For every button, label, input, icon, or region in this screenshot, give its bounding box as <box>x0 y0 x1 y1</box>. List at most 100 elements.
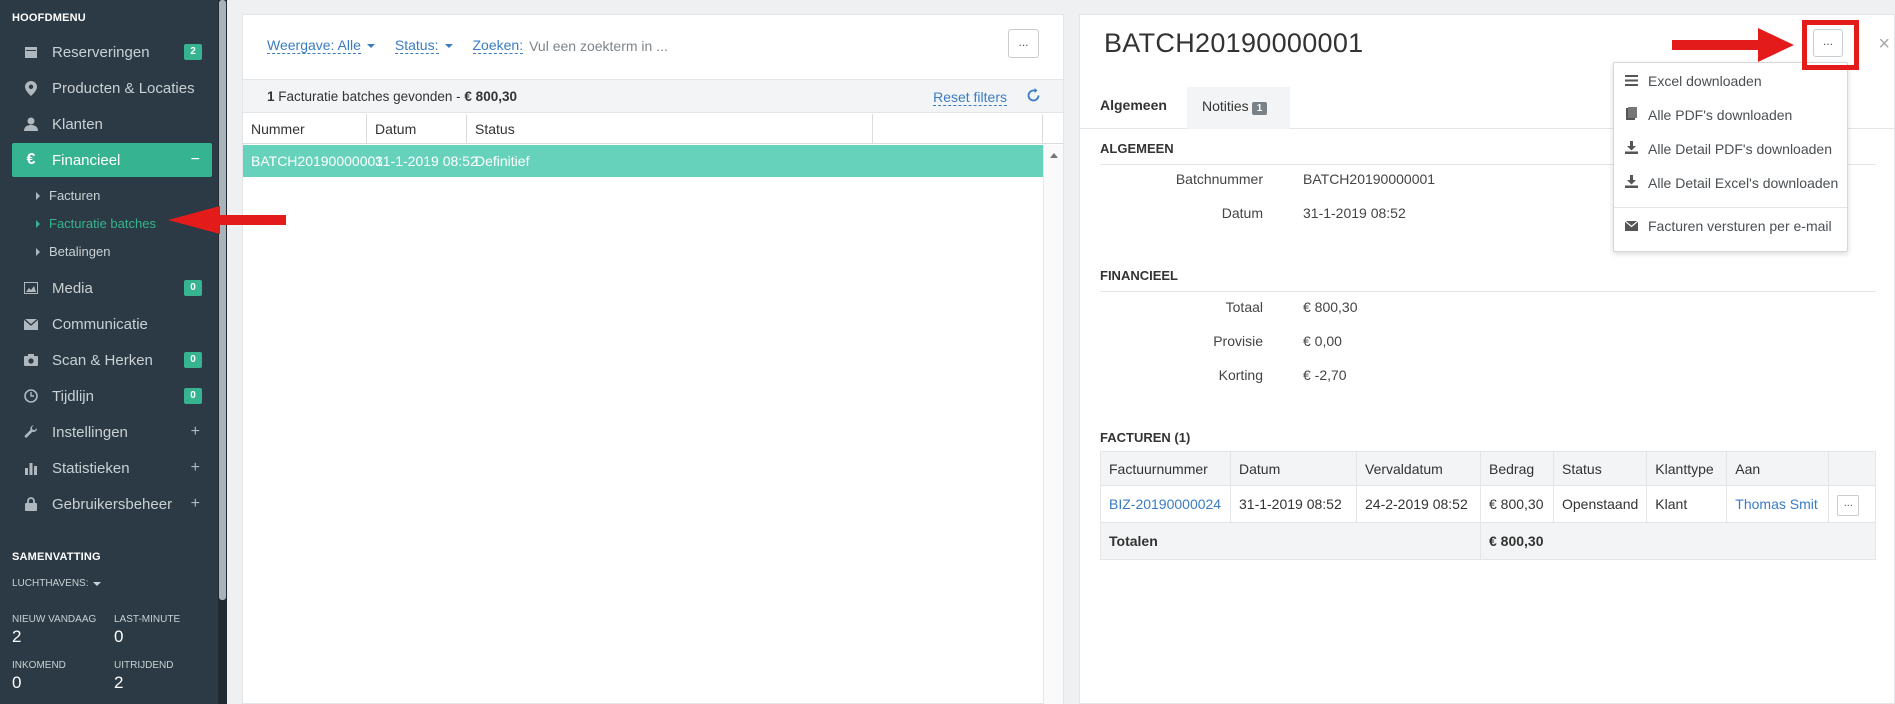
cell-bedrag: € 800,30 <box>1480 485 1554 523</box>
list-more-button[interactable]: ... <box>1008 29 1039 58</box>
caret-down-icon <box>366 43 375 48</box>
annotation-arrow-right-icon <box>1672 28 1794 62</box>
sidebar-item-label: Statistieken <box>52 459 130 477</box>
sidebar-item-media[interactable]: Media 0 <box>12 271 212 305</box>
caret-right-icon <box>36 219 40 228</box>
close-icon[interactable]: × <box>1878 33 1890 56</box>
cell-actions: ... <box>1828 485 1876 523</box>
stat-label: LAST-MINUTE <box>114 614 181 625</box>
collapse-toggle[interactable]: − <box>191 151 200 169</box>
menu-item-label: Alle PDF's downloaden <box>1648 107 1793 123</box>
scroll-up-icon[interactable] <box>1050 153 1058 158</box>
sidebar-item-label: Media <box>52 279 93 297</box>
totals-value: € 800,30 <box>1480 522 1876 560</box>
user-icon <box>22 115 40 133</box>
download-icon <box>1624 141 1638 157</box>
sidebar-item-label: Producten & Locaties <box>52 79 195 97</box>
column-header[interactable]: Klanttype <box>1646 451 1728 486</box>
detail-title: BATCH20190000001 <box>1104 28 1364 58</box>
reset-filters-link[interactable]: Reset filters <box>933 89 1007 106</box>
results-summary: 1 Facturatie batches gevonden - € 800,30 <box>267 89 517 104</box>
totals-label: Totalen <box>1100 522 1481 560</box>
scrollbar-thumb[interactable] <box>219 0 226 600</box>
count-badge: 0 <box>184 352 202 368</box>
column-header-actions <box>1828 451 1876 486</box>
column-header[interactable]: Aan <box>1726 451 1830 486</box>
sidebar-item-label: Klanten <box>52 115 103 133</box>
cell-status: Openstaand <box>1552 485 1648 523</box>
sidebar-item-producten[interactable]: Producten & Locaties <box>12 71 212 105</box>
airport-filter[interactable]: LUCHTHAVENS: <box>12 578 101 589</box>
customer-link[interactable]: Thomas Smit <box>1726 485 1830 523</box>
sidebar-subitem-facturatie-batches[interactable]: Facturatie batches <box>36 216 156 231</box>
menu-item-label: Alle Detail PDF's downloaden <box>1648 141 1832 157</box>
sidebar-item-label: Communicatie <box>52 315 148 333</box>
field-value: € 800,30 <box>1303 299 1358 315</box>
grid-scrollbar[interactable] <box>1043 145 1063 704</box>
sidebar-item-klanten[interactable]: Klanten <box>12 107 212 141</box>
table-row: BIZ-20190000024 31-1-2019 08:52 24-2-201… <box>1100 485 1876 523</box>
column-header-nummer[interactable]: Nummer <box>243 114 367 144</box>
wrench-icon <box>22 423 40 441</box>
search-input[interactable]: Vul een zoekterm in ... <box>529 38 668 54</box>
field-value: BATCH20190000001 <box>1303 171 1436 187</box>
cell-vervaldatum: 24-2-2019 08:52 <box>1356 485 1481 523</box>
invoices-table: Factuurnummer Datum Vervaldatum Bedrag S… <box>1100 451 1876 560</box>
filter-bar: Weergave: Alle Status: Zoeken: Vul een z… <box>267 37 668 54</box>
table-row[interactable]: BATCH20190000001 31-1-2019 08:52 Definit… <box>243 145 1043 177</box>
tab-algemeen[interactable]: Algemeen <box>1100 97 1167 113</box>
menu-item-detail-pdfs-downloaden[interactable]: Alle Detail PDF's downloaden <box>1624 141 1832 157</box>
column-header[interactable]: Vervaldatum <box>1356 451 1481 486</box>
clock-icon <box>22 387 40 405</box>
subitem-label: Facturatie batches <box>49 216 156 231</box>
refresh-icon[interactable] <box>1026 88 1041 108</box>
sidebar-subitem-betalingen[interactable]: Betalingen <box>36 244 110 259</box>
status-filter[interactable]: Status: <box>394 37 439 54</box>
stat-value: 2 <box>114 673 124 692</box>
field-label: Batchnummer <box>1175 171 1263 187</box>
tab-notities[interactable]: Notities 1 <box>1187 87 1290 129</box>
actions-dropdown: Excel downloaden Alle PDF's downloaden A… <box>1613 62 1848 252</box>
column-header-datum[interactable]: Datum <box>367 114 467 144</box>
row-more-button[interactable]: ... <box>1837 494 1860 516</box>
menu-item-label: Alle Detail Excel's downloaden <box>1648 175 1839 191</box>
sidebar-item-label: Gebruikersbeheer <box>52 495 173 513</box>
cell-datum: 31-1-2019 08:52 <box>375 153 478 169</box>
sidebar-item-financieel[interactable]: € Financieel − <box>12 143 212 177</box>
totals-row: Totalen € 800,30 <box>1100 522 1876 560</box>
sidebar-item-communicatie[interactable]: Communicatie <box>12 307 212 341</box>
map-marker-icon <box>22 79 40 97</box>
sidebar-item-reserveringen[interactable]: Reserveringen 2 <box>12 35 212 69</box>
column-header[interactable]: Datum <box>1230 451 1357 486</box>
document-icon <box>1624 107 1638 123</box>
menu-item-detail-excels-downloaden[interactable]: Alle Detail Excel's downloaden <box>1624 175 1838 191</box>
sidebar-item-gebruikersbeheer[interactable]: Gebruikersbeheer + <box>12 487 212 521</box>
menu-item-facturen-versturen[interactable]: Facturen versturen per e-mail <box>1624 218 1832 234</box>
expand-toggle[interactable]: + <box>191 459 200 477</box>
section-heading-facturen: FACTUREN (1) <box>1100 430 1191 445</box>
sidebar-item-statistieken[interactable]: Statistieken + <box>12 451 212 485</box>
column-header[interactable]: Status <box>1552 451 1648 486</box>
sidebar-item-tijdlijn[interactable]: Tijdlijn 0 <box>12 379 212 413</box>
field-label: Korting <box>1218 367 1263 383</box>
column-header-status[interactable]: Status <box>467 114 873 144</box>
column-header[interactable]: Factuurnummer <box>1100 451 1231 486</box>
expand-toggle[interactable]: + <box>191 423 200 441</box>
view-filter[interactable]: Weergave: Alle <box>267 37 361 54</box>
expand-toggle[interactable]: + <box>191 495 200 513</box>
count-badge: 0 <box>184 388 202 404</box>
menu-item-excel-downloaden[interactable]: Excel downloaden <box>1624 73 1762 89</box>
count-badge: 0 <box>184 280 202 296</box>
stat-label: NIEUW VANDAAG <box>12 614 97 625</box>
euro-icon: € <box>26 151 36 168</box>
sidebar-subitem-facturen[interactable]: Facturen <box>36 188 100 203</box>
stat-label: INKOMEND <box>12 660 66 671</box>
sidebar-item-instellingen[interactable]: Instellingen + <box>12 415 212 449</box>
sidebar-item-scan-herken[interactable]: Scan & Herken 0 <box>12 343 212 377</box>
column-header[interactable]: Bedrag <box>1480 451 1554 486</box>
bar-chart-icon <box>22 459 40 477</box>
caret-down-icon <box>92 581 101 586</box>
invoice-number-link[interactable]: BIZ-20190000024 <box>1100 485 1231 523</box>
menu-item-alle-pdfs-downloaden[interactable]: Alle PDF's downloaden <box>1624 107 1792 123</box>
sidebar-scrollbar[interactable] <box>218 0 227 704</box>
